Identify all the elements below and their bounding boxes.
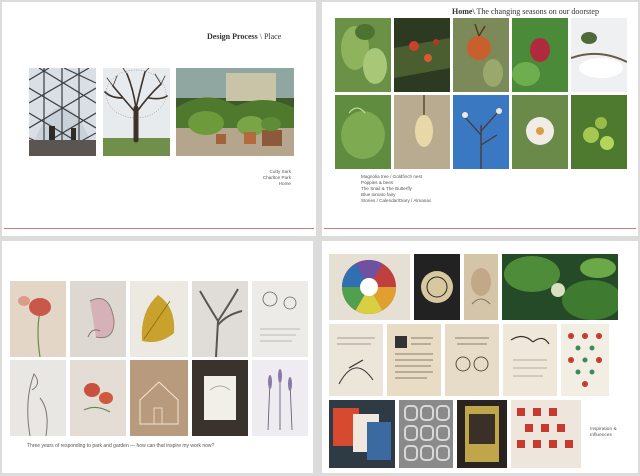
photo-cutty-sark-glass-dome (29, 68, 96, 156)
photo-charlton-park-tree (103, 68, 170, 156)
photo-green-tomatoes (571, 95, 627, 169)
divider-rule (324, 228, 636, 229)
slide-home-seasons: Home\ The changing seasons on our doorst… (322, 2, 638, 236)
sketch-stems (10, 360, 66, 436)
image-book-page-dragonfly (329, 324, 383, 396)
sketch-tree-trunk (192, 281, 248, 357)
caption-seasons-list: Magnolia tree / Goldfinch nest Poppies &… (361, 174, 432, 203)
image-geometric-pattern (399, 400, 453, 468)
sketch-snail (70, 281, 126, 357)
image-playing-cards (329, 400, 395, 468)
slide-design-process-place: Design Process \ Place Cutty Sark Charlt… (2, 2, 316, 236)
sketch-rosehips (70, 360, 126, 436)
divider-rule (4, 228, 314, 229)
photo-red-flower-bud (512, 18, 568, 92)
caption-place-list: Cutty Sark Charlton Park Home (262, 169, 291, 186)
sketch-lavender (252, 360, 308, 436)
image-book-page-portraits (445, 324, 499, 396)
image-colour-wheel (329, 254, 410, 320)
image-vintage-illustration (464, 254, 498, 320)
image-pattern-grid (561, 324, 609, 396)
image-ornate-book-cover (414, 254, 460, 320)
image-book-page-text (387, 324, 441, 396)
caption-sketches: Three years of responding to park and ga… (27, 443, 215, 449)
slide-title: Home\ The changing seasons on our doorst… (452, 7, 599, 16)
photo-snow-branches (571, 18, 627, 92)
image-dark-book (457, 400, 507, 468)
photo-rose-hips (453, 18, 509, 92)
slide-inspiration-influences: Inspiration & Influences (322, 241, 638, 473)
caption-inspiration: Inspiration & Influences (590, 427, 617, 438)
photo-seed-pod (394, 95, 450, 169)
sketch-oak-leaf (130, 281, 188, 357)
sketch-house (130, 360, 188, 436)
image-lettering-page (503, 324, 557, 396)
photo-home-garden (176, 68, 294, 156)
sketch-botanical-notes (252, 281, 308, 357)
image-red-patterned-cards (511, 400, 581, 468)
photo-magnolia-sky (453, 95, 509, 169)
photo-red-berries (394, 18, 450, 92)
photo-white-blossom (512, 95, 568, 169)
image-forest-artwork (502, 254, 618, 320)
photo-green-leaves (335, 18, 391, 92)
slide-title: Design Process \ Place (207, 32, 282, 41)
photo-vine-leaf (335, 95, 391, 169)
slide-sketches: Three years of responding to park and ga… (2, 241, 313, 473)
sketch-poppy (10, 281, 66, 357)
sketch-card-on-dark (192, 360, 248, 436)
